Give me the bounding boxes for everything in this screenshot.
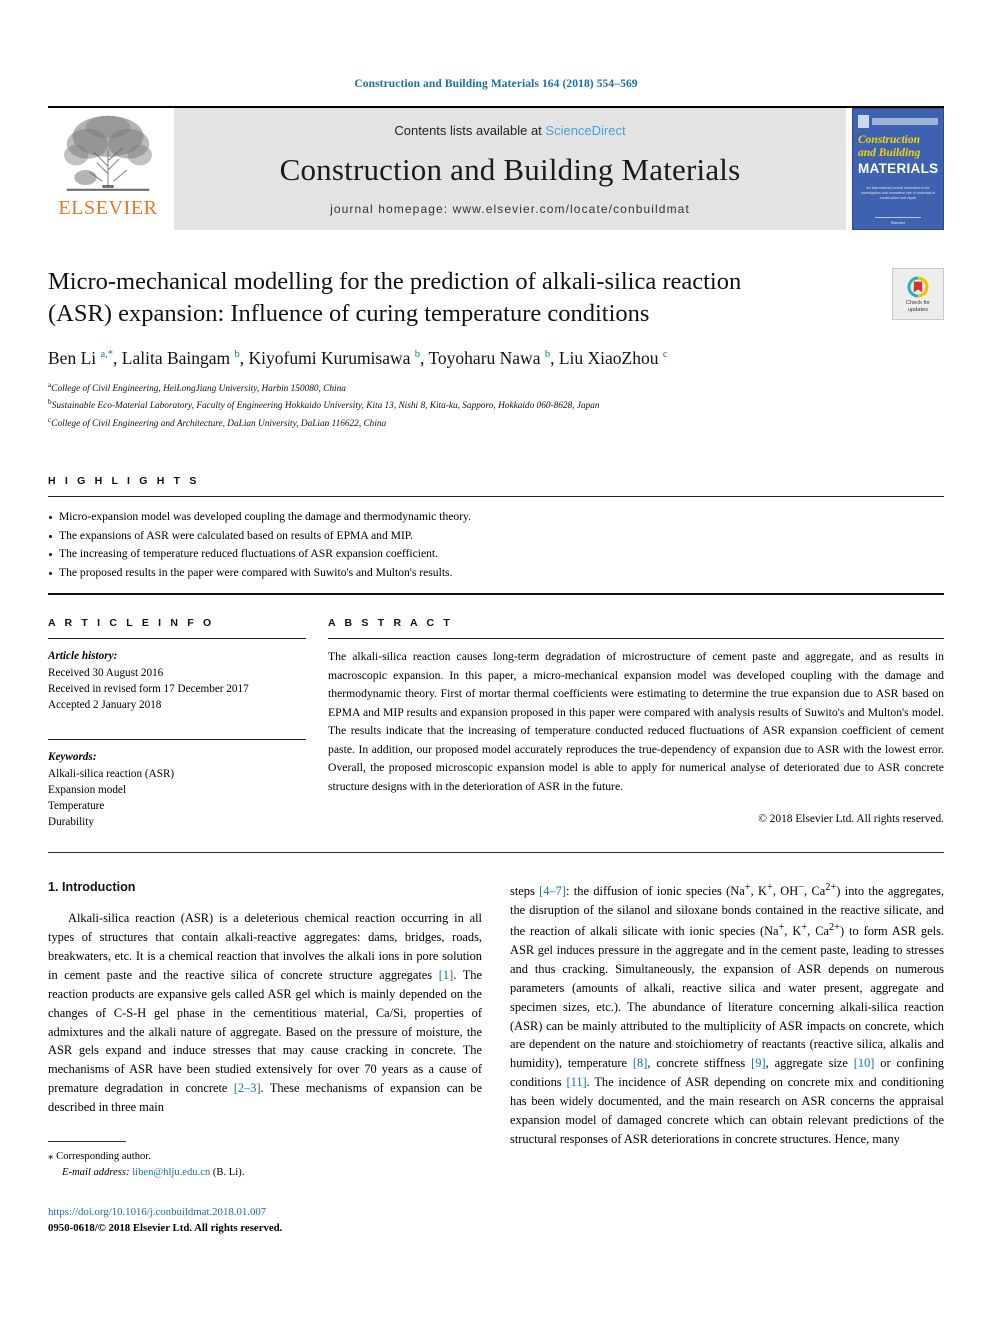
affiliation-list: aCollege of Civil Engineering, HeiLongJi… xyxy=(48,379,944,432)
affiliation-text: College of Civil Engineering and Archite… xyxy=(51,418,387,429)
article-info-rule xyxy=(48,638,306,640)
elsevier-tree-icon xyxy=(64,115,152,191)
body-columns: 1. Introduction Alkali-silica reaction (… xyxy=(48,880,944,1235)
footnote-rule xyxy=(48,1140,126,1142)
page-title: Micro-mechanical modelling for the predi… xyxy=(48,268,742,327)
article-history-item: Received in revised form 17 December 201… xyxy=(48,682,249,695)
email-link[interactable]: liben@hlju.edu.cn xyxy=(132,1167,210,1178)
contents-line: Contents lists available at ScienceDirec… xyxy=(394,123,625,138)
body-column-left: 1. Introduction Alkali-silica reaction (… xyxy=(48,880,482,1235)
issn-copyright-line: 0950-0618/© 2018 Elsevier Ltd. All right… xyxy=(48,1221,283,1234)
article-history-block: Article history: Received 30 August 2016… xyxy=(48,648,306,713)
body-column-right: steps [4–7]: the diffusion of ionic spec… xyxy=(510,880,944,1235)
article-info-column: A R T I C L E I N F O Article history: R… xyxy=(48,617,306,830)
keyword-item: Temperature xyxy=(48,800,105,813)
footnotes-block: ⁎ Corresponding author. E-mail address: … xyxy=(48,1140,482,1236)
list-item: The expansions of ASR were calculated ba… xyxy=(48,527,944,546)
asterisk-icon: ⁎ xyxy=(48,1149,54,1162)
article-history-item: Accepted 2 January 2018 xyxy=(48,699,162,712)
crossmark-line2: updates xyxy=(908,306,928,313)
cover-footer: Elsevier xyxy=(853,217,943,225)
keyword-item: Durability xyxy=(48,816,94,829)
email-note: E-mail address: liben@hlju.edu.cn (B. Li… xyxy=(48,1165,482,1181)
affiliation-item: cCollege of Civil Engineering and Archit… xyxy=(48,414,944,432)
abstract-heading: A B S T R A C T xyxy=(328,617,453,630)
crossmark-line1: Check for xyxy=(906,299,930,306)
journal-cover-thumbnail: Construction and Building MATERIALS An i… xyxy=(852,108,944,230)
sciencedirect-link[interactable]: ScienceDirect xyxy=(545,123,625,138)
crossmark-icon xyxy=(907,276,929,298)
list-item: The increasing of temperature reduced fl… xyxy=(48,545,944,564)
affiliation-item: bSustainable Eco-Material Laboratory, Fa… xyxy=(48,396,944,414)
cover-title-line1: Construction xyxy=(858,134,920,146)
email-owner: (B. Li). xyxy=(212,1166,245,1178)
affiliation-item: aCollege of Civil Engineering, HeiLongJi… xyxy=(48,379,944,397)
article-info-heading: A R T I C L E I N F O xyxy=(48,617,215,630)
abstract-text: The alkali-silica reaction causes long-t… xyxy=(328,650,944,793)
paper-page: Construction and Building Materials 164 … xyxy=(0,0,992,1323)
keyword-item: Alkali-silica reaction (ASR) xyxy=(48,767,175,780)
copyright-line: © 2018 Elsevier Ltd. All rights reserved… xyxy=(758,813,944,826)
keywords-rule xyxy=(48,739,306,741)
running-head: Construction and Building Materials 164 … xyxy=(354,78,638,90)
cover-bar xyxy=(872,118,938,125)
section-separator-rule xyxy=(48,852,944,854)
abstract-column: A B S T R A C T The alkali-silica reacti… xyxy=(328,617,944,830)
keywords-block: Keywords: Alkali-silica reaction (ASR) E… xyxy=(48,749,306,830)
highlights-heading: H I G H L I G H T S xyxy=(48,475,200,488)
body-paragraph-left: Alkali-silica reaction (ASR) is a delete… xyxy=(48,911,482,1114)
info-abstract-section: A R T I C L E I N F O Article history: R… xyxy=(48,617,944,830)
highlights-list: Micro-expansion model was developed coup… xyxy=(48,497,944,593)
title-block: Micro-mechanical modelling for the predi… xyxy=(48,266,944,431)
article-history-item: Received 30 August 2016 xyxy=(48,666,164,679)
elsevier-wordmark: ELSEVIER xyxy=(58,197,158,219)
crossmark-label: Check for updates xyxy=(906,300,930,314)
cover-title-line2: and Building xyxy=(858,147,921,160)
highlights-bottom-rule xyxy=(48,593,944,596)
elsevier-logo: ELSEVIER xyxy=(48,108,168,230)
contents-prefix: Contents lists available at xyxy=(394,122,546,138)
cover-publisher-mark-icon xyxy=(858,115,869,128)
doi-block: https://doi.org/10.1016/j.conbuildmat.20… xyxy=(48,1204,482,1236)
keywords-label: Keywords: xyxy=(48,751,97,764)
corresponding-author-text: Corresponding author. xyxy=(56,1150,151,1162)
affiliation-text: College of Civil Engineering, HeiLongJia… xyxy=(51,383,346,394)
list-item: The proposed results in the paper were c… xyxy=(48,564,944,583)
cover-top-row xyxy=(858,115,938,128)
journal-masthead: ELSEVIER Contents lists available at Sci… xyxy=(48,106,944,230)
abstract-rule xyxy=(328,638,944,640)
journal-title: Construction and Building Materials xyxy=(279,151,741,187)
doi-link[interactable]: https://doi.org/10.1016/j.conbuildmat.20… xyxy=(48,1204,482,1220)
body-paragraph-right: steps [4–7]: the diffusion of ionic spec… xyxy=(510,882,944,1146)
journal-band: Contents lists available at ScienceDirec… xyxy=(174,108,846,230)
cover-divider xyxy=(875,217,921,218)
affiliation-text: Sustainable Eco-Material Laboratory, Fac… xyxy=(51,401,600,412)
cover-title-line3: MATERIALS xyxy=(858,161,939,177)
keyword-item: Expansion model xyxy=(48,783,126,796)
journal-homepage-link[interactable]: journal homepage: www.elsevier.com/locat… xyxy=(330,202,690,216)
cover-footer-text: Elsevier xyxy=(890,220,906,225)
corresponding-author-note: ⁎ Corresponding author. xyxy=(48,1148,482,1165)
highlights-section: H I G H L I G H T S Micro-expansion mode… xyxy=(48,475,944,596)
email-label: E-mail address: xyxy=(62,1166,130,1178)
cover-subtitle: An international journal dedicated to th… xyxy=(860,185,936,201)
list-item: Micro-expansion model was developed coup… xyxy=(48,508,944,527)
crossmark-badge[interactable]: Check for updates xyxy=(892,268,944,320)
article-history-label: Article history: xyxy=(48,650,118,663)
section-heading-introduction: 1. Introduction xyxy=(48,880,136,895)
author-list: Ben Li a,*, Lalita Baingam b, Kiyofumi K… xyxy=(48,347,668,368)
